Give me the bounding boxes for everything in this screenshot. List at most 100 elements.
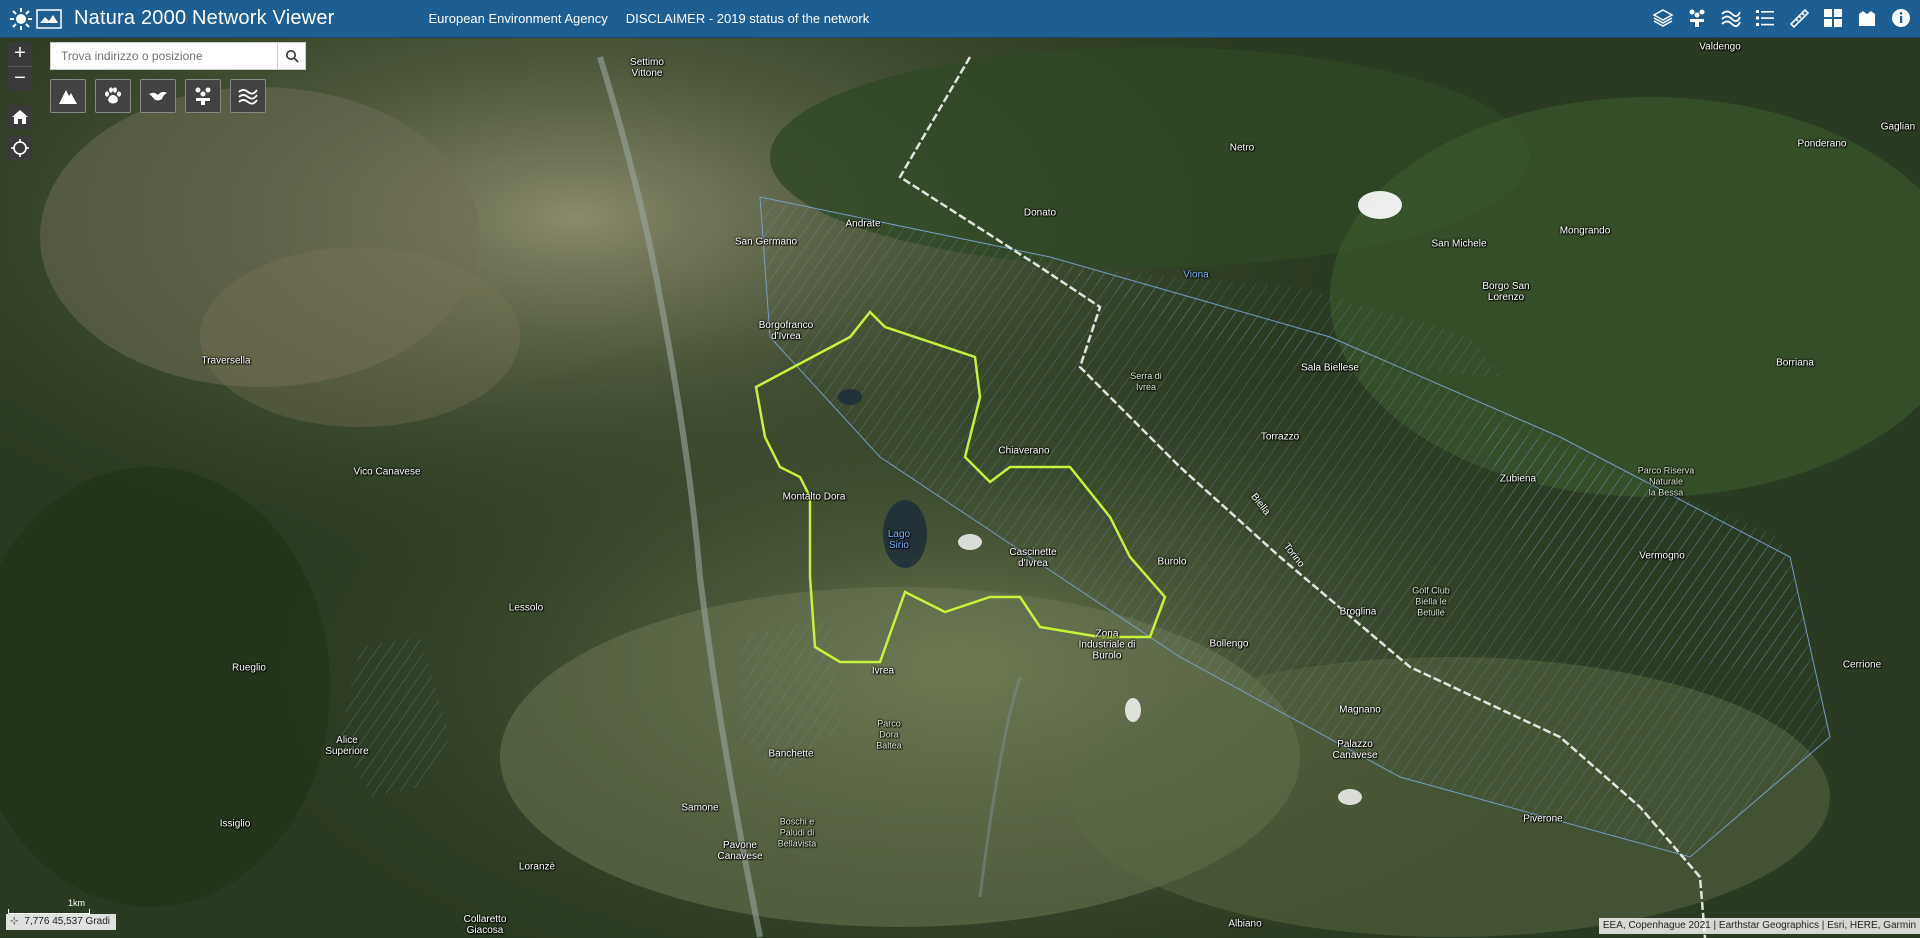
- search-widget: [50, 42, 306, 70]
- place-label: Zona Industriale di Burolo: [1078, 628, 1136, 662]
- place-label: Rueglio: [232, 662, 266, 674]
- place-label: Parco Dora Baltea: [876, 718, 902, 751]
- habitat-groups-icon: [195, 87, 211, 105]
- place-label: Piverone: [1523, 813, 1563, 825]
- eea-map-icon: [36, 8, 62, 29]
- search-button[interactable]: [278, 42, 306, 70]
- basemap-gallery-icon: [1824, 9, 1842, 27]
- coordinate-readout: 7,776 45,537 Gradi: [24, 916, 111, 927]
- place-label: Serra di Ivrea: [1130, 371, 1162, 392]
- place-label: Boschi e Paludi di Bellavista: [777, 816, 817, 849]
- habitat-groups-button[interactable]: [185, 79, 221, 113]
- species-filter-button[interactable]: [95, 79, 131, 113]
- coordinate-toggle-icon[interactable]: ⊹: [10, 914, 18, 930]
- info-icon: [1892, 9, 1910, 27]
- legend-list-icon: [1756, 10, 1774, 26]
- home-icon: [12, 110, 28, 124]
- place-label: Netro: [1229, 142, 1255, 154]
- place-label: Magnano: [1339, 704, 1381, 716]
- place-label: Borriana: [1776, 357, 1814, 369]
- disclaimer-link[interactable]: DISCLAIMER - 2019 status of the network: [626, 11, 870, 26]
- layers-button[interactable]: [1650, 5, 1676, 31]
- place-label: Alice Superiore: [325, 735, 369, 757]
- species-icon: [1689, 9, 1705, 27]
- place-label: Cerrione: [1842, 659, 1882, 671]
- habitats-icon: [1721, 10, 1741, 27]
- place-label: Lessolo: [508, 602, 544, 614]
- eea-logo[interactable]: [10, 7, 62, 30]
- place-label: Andrate: [845, 218, 881, 230]
- place-label: Settimo Vittone: [630, 57, 664, 79]
- place-label: Loranzè: [518, 861, 556, 873]
- place-label: Samone: [681, 802, 719, 814]
- place-label: San Michele: [1431, 238, 1487, 250]
- place-label: Vermogno: [1639, 550, 1685, 562]
- paw-species-icon: [105, 87, 121, 104]
- place-label: Burolo: [1157, 556, 1187, 568]
- place-label: Ivrea: [871, 665, 895, 677]
- water-waves-icon: [238, 89, 258, 105]
- coordinate-widget[interactable]: ⊹ 7,776 45,537 Gradi: [6, 914, 117, 930]
- scale-bar: 1km: [8, 898, 90, 914]
- place-label: Vico Canavese: [353, 466, 421, 478]
- info-button[interactable]: [1888, 5, 1914, 31]
- place-label: Montalto Dora: [782, 491, 846, 503]
- place-label: Pavone Canavese: [717, 840, 763, 862]
- place-label: Borgofranco d'Ivrea: [758, 320, 814, 342]
- home-button[interactable]: [8, 105, 32, 129]
- place-label: Traversella: [201, 355, 251, 367]
- place-label: Lago Sirio: [887, 529, 911, 551]
- legend-button[interactable]: [1752, 5, 1778, 31]
- measure-icon: [1789, 8, 1810, 29]
- place-label: Bollengo: [1209, 638, 1249, 650]
- zoom-out-button[interactable]: −: [8, 67, 32, 91]
- layers-icon: [1652, 9, 1674, 27]
- search-input[interactable]: [50, 42, 278, 70]
- app-header: Natura 2000 Network Viewer European Envi…: [0, 0, 1920, 38]
- zoom-control: + −: [8, 42, 32, 91]
- water-filter-button[interactable]: [230, 79, 266, 113]
- place-label: Issiglio: [219, 818, 251, 830]
- app: Natura 2000 Network Viewer European Envi…: [0, 0, 1920, 938]
- satellite-basemap: [0, 37, 1920, 938]
- print-button[interactable]: [1854, 5, 1880, 31]
- place-label: Gaglian: [1880, 121, 1916, 133]
- measure-button[interactable]: [1786, 5, 1812, 31]
- locate-button[interactable]: [8, 136, 32, 160]
- scale-label: 1km: [68, 898, 86, 908]
- place-label: Albiano: [1228, 918, 1262, 930]
- place-label: Cascinette d'Ivrea: [1009, 547, 1057, 569]
- place-label: Ponderano: [1797, 138, 1847, 150]
- header-toolbar: [1650, 5, 1914, 31]
- place-label: Collaretto Giacosa: [463, 914, 507, 936]
- map-view[interactable]: Settimo Vittone Andrate San Germano Dona…: [0, 37, 1920, 938]
- eea-sun-icon: [10, 7, 32, 30]
- bird-icon: [149, 91, 167, 101]
- locate-icon: [11, 139, 29, 157]
- species-button[interactable]: [1684, 5, 1710, 31]
- place-label: Broglina: [1339, 606, 1377, 618]
- map-attribution: EEA, Copenhague 2021 | Earthstar Geograp…: [1598, 918, 1920, 934]
- place-label: Sala Biellese: [1301, 362, 1359, 374]
- place-label: Valdengo: [1699, 41, 1741, 53]
- place-label: Donato: [1023, 207, 1057, 219]
- app-title: Natura 2000 Network Viewer: [74, 7, 335, 29]
- eea-link[interactable]: European Environment Agency: [429, 11, 608, 26]
- place-label: Zubiena: [1499, 473, 1537, 485]
- search-icon: [285, 50, 299, 63]
- place-label: Golf Club Biella le Betulle: [1412, 585, 1450, 618]
- place-label: Parco Riserva Naturale la Bessa: [1637, 465, 1695, 498]
- bird-filter-button[interactable]: [140, 79, 176, 113]
- mountain-habitat-icon: [59, 90, 77, 104]
- basemap-gallery-button[interactable]: [1820, 5, 1846, 31]
- habitats-button[interactable]: [1718, 5, 1744, 31]
- place-label: Torrazzo: [1260, 431, 1300, 443]
- layer-filter-bar: [50, 79, 266, 113]
- mountain-habitat-button[interactable]: [50, 79, 86, 113]
- print-icon: [1859, 11, 1875, 26]
- place-label: Banchette: [768, 748, 814, 760]
- place-label: Viona: [1183, 269, 1209, 281]
- place-label: Chiaverano: [998, 445, 1050, 457]
- place-label: San Germano: [734, 236, 798, 248]
- zoom-in-button[interactable]: +: [8, 42, 32, 67]
